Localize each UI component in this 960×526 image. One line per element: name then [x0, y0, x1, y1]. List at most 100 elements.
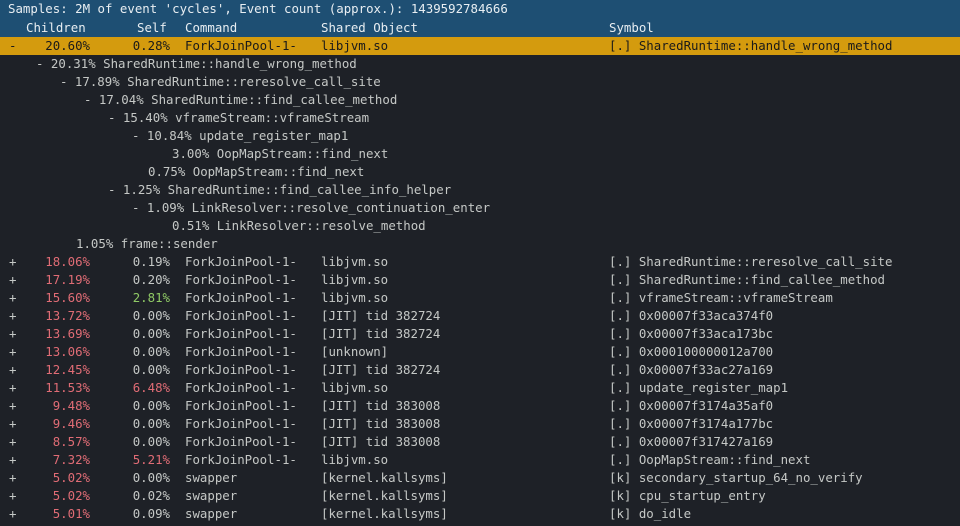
symbol: [.] SharedRuntime::reresolve_call_site [609, 254, 893, 269]
expand-marker[interactable]: + [9, 343, 16, 361]
self-pct: 0.09% [132, 506, 170, 521]
collapse-marker[interactable]: - [9, 37, 16, 55]
expand-marker[interactable]: + [9, 325, 16, 343]
header-shared-object[interactable]: Shared Object [321, 19, 418, 37]
shared-object: libjvm.so [321, 290, 389, 305]
self-pct: 0.00% [132, 308, 170, 323]
shared-object: [JIT] tid 382724 [321, 308, 441, 323]
shared-object: [JIT] tid 382724 [321, 326, 441, 341]
callchain-node[interactable]: 1.05% frame::sender [0, 235, 960, 253]
children-pct: 8.57% [52, 434, 90, 449]
expand-marker[interactable]: + [9, 253, 16, 271]
shared-object: [kernel.kallsyms] [321, 470, 448, 485]
expand-marker[interactable]: + [9, 433, 16, 451]
samples-summary: Samples: 2M of event 'cycles', Event cou… [8, 1, 508, 16]
entry-row[interactable]: +5.02% 0.00% swapper [kernel.kallsyms] [k] s… [0, 469, 960, 487]
command: ForkJoinPool-1- [185, 380, 297, 395]
symbol: [.] 0x00007f33aca374f0 [609, 308, 774, 323]
callchain-node[interactable]: - 1.09% LinkResolver::resolve_continuati… [0, 199, 960, 217]
entry-row[interactable]: +5.01% 0.09% swapper [kernel.kallsyms] [k] d… [0, 505, 960, 523]
entry-row[interactable]: +13.72% 0.00% ForkJoinPool-1- [JIT] tid 382… [0, 307, 960, 325]
header-children[interactable]: Children [26, 19, 86, 37]
symbol: [.] 0x000100000012a700 [609, 344, 774, 359]
callchain-node[interactable]: 0.75% OopMapStream::find_next [0, 163, 960, 181]
callchain-node[interactable]: - 15.40% vframeStream::vframeStream [0, 109, 960, 127]
symbol: [k] cpu_startup_entry [609, 488, 766, 503]
shared-object: [kernel.kallsyms] [321, 488, 448, 503]
children-pct: 9.48% [52, 398, 90, 413]
entry-row[interactable]: +7.32% 5.21% ForkJoinPool-1- libjvm.so [.] O… [0, 451, 960, 469]
callchain-node[interactable]: - 17.89% SharedRuntime::reresolve_call_s… [0, 73, 960, 91]
entry-row[interactable]: +8.57% 0.00% ForkJoinPool-1- [JIT] tid 3830… [0, 433, 960, 451]
shared-object: libjvm.so [321, 272, 389, 287]
entry-row[interactable]: +11.53% 6.48% ForkJoinPool-1- libjvm.so [.] … [0, 379, 960, 397]
callchain-node[interactable]: - 20.31% SharedRuntime::handle_wrong_met… [0, 55, 960, 73]
expand-marker[interactable]: + [9, 271, 16, 289]
symbol: [.] update_register_map1 [609, 380, 789, 395]
entry-row[interactable]: +17.19% 0.20% ForkJoinPool-1- libjvm.so [.] … [0, 271, 960, 289]
self-pct: 0.00% [132, 398, 170, 413]
shared-object: libjvm.so [321, 38, 389, 53]
expand-marker[interactable]: + [9, 415, 16, 433]
callchain-node[interactable]: - 17.04% SharedRuntime::find_callee_meth… [0, 91, 960, 109]
expand-marker[interactable]: + [9, 469, 16, 487]
shared-object: libjvm.so [321, 254, 389, 269]
children-pct: 13.69% [45, 326, 90, 341]
self-pct: 6.48% [132, 380, 170, 395]
entry-row[interactable]: +13.69% 0.00% ForkJoinPool-1- [JIT] tid 382… [0, 325, 960, 343]
command: ForkJoinPool-1- [185, 362, 297, 377]
children-pct: 5.01% [52, 506, 90, 521]
header-self[interactable]: Self [137, 19, 167, 37]
symbol: [.] SharedRuntime::find_callee_method [609, 272, 886, 287]
selected-row[interactable]: - 20.60% 0.28% ForkJoinPool-1- libjvm.so… [0, 37, 960, 55]
children-pct: 5.02% [52, 470, 90, 485]
header-command[interactable]: Command [185, 19, 237, 37]
entry-row[interactable]: +9.46% 0.00% ForkJoinPool-1- [JIT] tid 3830… [0, 415, 960, 433]
command: ForkJoinPool-1- [185, 416, 297, 431]
shared-object: [JIT] tid 382724 [321, 362, 441, 377]
shared-object: libjvm.so [321, 380, 389, 395]
expand-marker[interactable]: + [9, 505, 16, 523]
self-pct: 5.21% [132, 452, 170, 467]
expand-marker[interactable]: + [9, 307, 16, 325]
expand-marker[interactable]: + [9, 289, 16, 307]
callchain-node[interactable]: 3.00% OopMapStream::find_next [0, 145, 960, 163]
entry-row[interactable]: +12.45% 0.00% ForkJoinPool-1- [JIT] tid 382… [0, 361, 960, 379]
callchain-label: - 10.84% update_register_map1 [132, 128, 349, 143]
symbol: [.] 0x00007f317427a169 [609, 434, 774, 449]
entry-row[interactable]: +13.06% 0.00% ForkJoinPool-1- [unknown] [.] … [0, 343, 960, 361]
children-pct: 13.06% [45, 344, 90, 359]
callchain-node[interactable]: - 1.25% SharedRuntime::find_callee_info_… [0, 181, 960, 199]
symbol: [.] OopMapStream::find_next [609, 452, 811, 467]
expand-marker[interactable]: + [9, 451, 16, 469]
self-pct: 0.00% [132, 416, 170, 431]
self-pct: 0.00% [132, 362, 170, 377]
self-pct: 0.28% [132, 38, 170, 53]
callchain-node[interactable]: 0.51% LinkResolver::resolve_method [0, 217, 960, 235]
command: ForkJoinPool-1- [185, 38, 297, 53]
callchain-label: - 15.40% vframeStream::vframeStream [108, 110, 370, 125]
callchain-label: - 1.09% LinkResolver::resolve_continuati… [132, 200, 491, 215]
entry-row[interactable]: +5.02% 0.02% swapper [kernel.kallsyms] [k] c… [0, 487, 960, 505]
entry-row[interactable]: +18.06% 0.19% ForkJoinPool-1- libjvm.so [.] … [0, 253, 960, 271]
callchain-label: - 1.25% SharedRuntime::find_callee_info_… [108, 182, 452, 197]
samples-title: Samples: 2M of event 'cycles', Event cou… [0, 0, 960, 19]
symbol: [k] do_idle [609, 506, 692, 521]
entry-row[interactable]: +9.48% 0.00% ForkJoinPool-1- [JIT] tid 3830… [0, 397, 960, 415]
expand-marker[interactable]: + [9, 487, 16, 505]
self-pct: 0.19% [132, 254, 170, 269]
expand-marker[interactable]: + [9, 361, 16, 379]
header-symbol[interactable]: Symbol [609, 19, 654, 37]
callchain-label: 0.75% OopMapStream::find_next [148, 164, 365, 179]
callchain-node[interactable]: - 10.84% update_register_map1 [0, 127, 960, 145]
expand-marker[interactable]: + [9, 397, 16, 415]
expand-marker[interactable]: + [9, 379, 16, 397]
shared-object: [kernel.kallsyms] [321, 506, 448, 521]
symbol: [.] SharedRuntime::handle_wrong_method [609, 38, 893, 53]
entry-row[interactable]: +15.60% 2.81% ForkJoinPool-1- libjvm.so [.] … [0, 289, 960, 307]
children-pct: 15.60% [45, 290, 90, 305]
children-pct: 7.32% [52, 452, 90, 467]
command: ForkJoinPool-1- [185, 398, 297, 413]
symbol: [.] 0x00007f33aca173bc [609, 326, 774, 341]
command: swapper [185, 488, 238, 503]
